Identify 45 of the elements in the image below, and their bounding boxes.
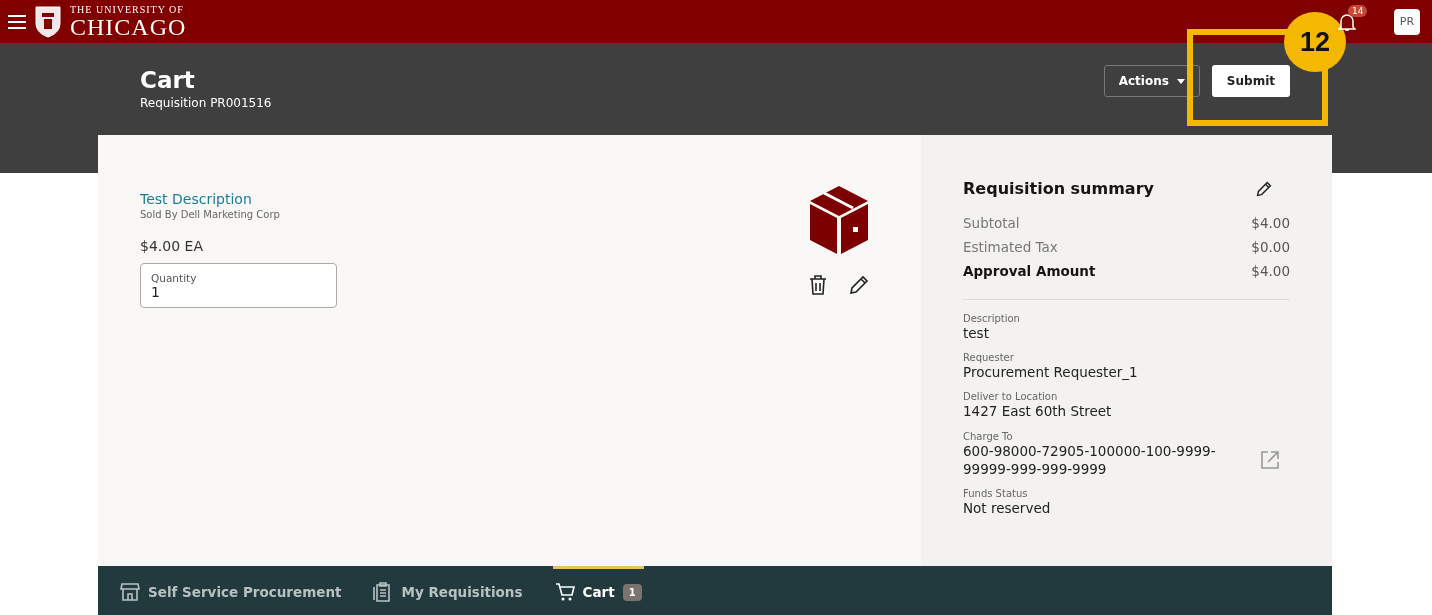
user-avatar[interactable]: PR <box>1394 8 1420 35</box>
menu-icon[interactable] <box>8 14 26 29</box>
summary-title: Requisition summary <box>963 179 1154 198</box>
seller-text: Sold By Dell Marketing Corp <box>140 209 281 220</box>
crest-icon <box>34 4 62 39</box>
quantity-value[interactable]: 1 <box>151 284 326 300</box>
field-value: test <box>963 324 989 343</box>
field-label: Funds Status <box>963 488 1029 500</box>
cart-icon <box>554 582 575 602</box>
box-icon <box>809 185 869 255</box>
item-link[interactable]: Test Description <box>140 191 252 207</box>
caret-icon <box>1176 78 1185 84</box>
field-value: 1427 East 60th Street <box>963 402 1112 421</box>
field-value: 600-98000-72905-100000-100-9999-99999-999-999-9999 <box>963 442 1217 479</box>
count-badge: 1 <box>622 583 642 601</box>
actions-button[interactable]: Actions <box>1103 65 1200 97</box>
nav-tab[interactable]: Self Service Procurement <box>118 566 344 615</box>
edit-icon[interactable] <box>1256 180 1272 197</box>
nav-tab[interactable]: My Requisitions <box>371 566 525 615</box>
item-price: $4.00 EA <box>140 238 204 254</box>
field-label: Description <box>963 313 1021 324</box>
nav-tab[interactable]: Cart 1 <box>552 566 644 615</box>
edit-icon[interactable] <box>849 275 869 295</box>
store-icon <box>120 582 140 602</box>
total-value: $4.00 <box>1251 263 1290 279</box>
external-link-icon[interactable] <box>1260 449 1280 470</box>
quantity-field[interactable]: Quantity 1 <box>140 263 337 308</box>
field-label: Quantity <box>151 272 198 284</box>
delete-icon[interactable] <box>809 275 827 295</box>
field-label: Charge To <box>963 430 1014 442</box>
total-label: Approval Amount <box>963 263 1096 279</box>
logo-text: THE UNIVERSITY OF <box>70 4 185 15</box>
total-value: $4.00 <box>1251 215 1290 231</box>
requisition-number: Requisition PR001516 <box>140 96 272 110</box>
field-value: Not reserved <box>963 499 1051 518</box>
total-label: Subtotal <box>963 215 1020 231</box>
field-label: Requester <box>963 352 1015 364</box>
field-label: Deliver to Location <box>963 391 1059 403</box>
field-value: Procurement Requester_1 <box>963 363 1138 382</box>
logo-text: CHICAGO <box>70 14 187 39</box>
notification-badge: 14 <box>1348 4 1368 17</box>
total-label: Estimated Tax <box>963 239 1058 255</box>
submit-button[interactable]: Submit <box>1211 65 1290 97</box>
total-value: $0.00 <box>1251 239 1290 255</box>
page-title: Cart <box>140 67 196 93</box>
